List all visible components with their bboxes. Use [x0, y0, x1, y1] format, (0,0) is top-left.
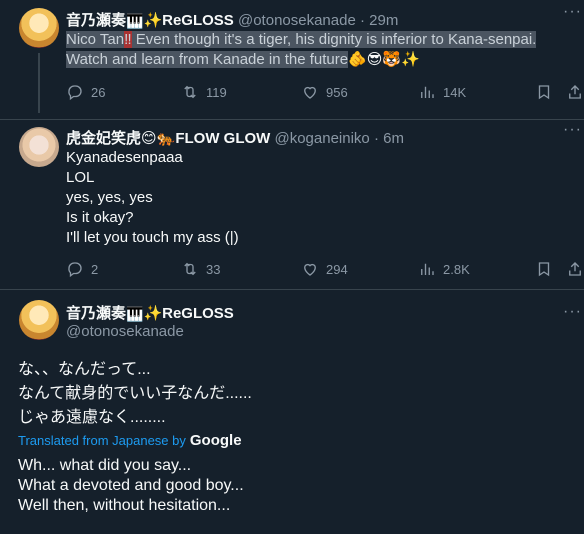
- text-line: Well then, without hesitation...: [18, 497, 231, 514]
- views-icon: [421, 86, 434, 98]
- bookmark-button[interactable]: [535, 260, 553, 278]
- separator-dot: ·: [359, 12, 365, 29]
- tweet-text: Nico Tan‼ Even though it's a tiger, his …: [66, 30, 576, 70]
- text-line: LOL: [66, 169, 95, 186]
- tweet-text-translated: Wh... what did you say... What a devoted…: [18, 456, 244, 516]
- translation-attribution[interactable]: Translated from Japanese by Google: [18, 432, 242, 449]
- google-logo: Google: [189, 432, 242, 449]
- display-name[interactable]: 音乃瀬奏: [66, 12, 126, 29]
- translated-label: Translated from Japanese by: [18, 433, 186, 448]
- text-line: yes, yes, yes: [66, 189, 153, 206]
- reply-button[interactable]: 26: [66, 83, 105, 101]
- views-count: 2.8K: [443, 261, 470, 277]
- text-line: じゃあ遠慮なく........: [18, 409, 166, 426]
- text-line: What a devoted and good boy...: [18, 477, 244, 494]
- user-handle[interactable]: @otonosekanade: [238, 12, 356, 29]
- like-count: 956: [326, 84, 348, 100]
- bookmark-button[interactable]: [535, 83, 553, 101]
- bookmark-icon: [538, 262, 550, 277]
- more-icon[interactable]: ···: [563, 121, 582, 139]
- reply-icon: [68, 262, 82, 278]
- tweet-text-original: な、、なんだって... なんて献身的でいい子なんだ...... じゃあ遠慮なく.…: [18, 358, 252, 430]
- retweet-icon: [184, 262, 196, 276]
- share-button[interactable]: [566, 260, 584, 278]
- text-line: Kyanadesenpaaa: [66, 149, 183, 166]
- avatar[interactable]: [19, 8, 59, 48]
- more-icon[interactable]: ···: [563, 3, 582, 21]
- like-button[interactable]: 956: [301, 83, 348, 101]
- retweet-button[interactable]: 33: [181, 260, 220, 278]
- share-icon: [569, 85, 581, 99]
- timestamp[interactable]: 29m: [369, 12, 398, 29]
- user-handle[interactable]: @koganeiniko: [274, 130, 369, 147]
- bookmark-icon: [538, 85, 550, 100]
- more-icon[interactable]: ···: [563, 303, 582, 321]
- like-button[interactable]: 294: [301, 260, 348, 278]
- display-name-suffix[interactable]: ✨ReGLOSS: [143, 305, 233, 322]
- display-name[interactable]: 音乃瀬奏: [66, 305, 126, 322]
- timestamp[interactable]: 6m: [383, 130, 404, 147]
- avatar[interactable]: [19, 127, 59, 167]
- retweet-button[interactable]: 119: [181, 83, 227, 101]
- text-line: な、、なんだって...: [18, 361, 151, 378]
- tweet-1[interactable]: 音乃瀬奏🎹✨ReGLOSS @otonosekanade · 29m Nico …: [0, 0, 584, 120]
- share-button[interactable]: [566, 83, 584, 101]
- display-name-suffix[interactable]: 😊🐅FLOW GLOW: [141, 130, 270, 147]
- tweet-header: 虎金妃笑虎😊🐅FLOW GLOW @koganeiniko · 6m: [66, 127, 404, 148]
- reply-count: 26: [91, 84, 106, 100]
- views-button[interactable]: 14K: [418, 83, 466, 101]
- avatar[interactable]: [19, 300, 59, 340]
- retweet-count: 119: [206, 84, 227, 100]
- text-selected: Nico Tan: [66, 31, 125, 48]
- text-selected: Even though it's a tiger, his dignity is…: [131, 31, 537, 48]
- action-bar: 2 33 294 2.8K: [0, 259, 584, 279]
- tweet-text: Kyanadesenpaaa LOL yes, yes, yes Is it o…: [66, 148, 239, 248]
- reply-count: 2: [91, 261, 99, 277]
- tweet-3-focused[interactable]: 音乃瀬奏🎹✨ReGLOSS @otonosekanade ··· な、、なんだっ…: [0, 290, 584, 534]
- action-bar: 26 119 956 14K: [0, 82, 584, 102]
- text-line: なんて献身的でいい子なんだ......: [18, 385, 252, 402]
- tweet-header: 音乃瀬奏🎹✨ReGLOSS @otonosekanade · 29m: [66, 9, 398, 30]
- like-icon: [304, 263, 316, 276]
- text-line: Wh... what did you say...: [18, 457, 192, 474]
- tweet-2[interactable]: 虎金妃笑虎😊🐅FLOW GLOW @koganeiniko · 6m Kyana…: [0, 120, 584, 290]
- views-count: 14K: [443, 84, 467, 100]
- piano-icon: 🎹: [126, 306, 144, 322]
- piano-icon: 🎹: [126, 13, 144, 29]
- text-selected: Watch and learn from Kanade in the futur…: [66, 51, 349, 68]
- emoji-tail: 🫵😎🐯✨: [348, 51, 420, 68]
- user-handle-line: @otonosekanade: [66, 323, 184, 340]
- reply-icon: [68, 85, 82, 101]
- reply-button[interactable]: 2: [66, 260, 98, 278]
- separator-dot: ·: [373, 130, 379, 147]
- tweet-header: 音乃瀬奏🎹✨ReGLOSS: [66, 302, 234, 323]
- text-line: I'll let you touch my ass (|): [66, 229, 239, 246]
- display-name[interactable]: 虎金妃笑虎: [66, 130, 141, 147]
- views-button[interactable]: 2.8K: [418, 260, 470, 278]
- like-icon: [304, 86, 316, 99]
- retweet-icon: [184, 85, 196, 99]
- double-exclamation: ‼: [124, 31, 132, 48]
- share-icon: [569, 262, 581, 276]
- text-line: Is it okay?: [66, 209, 134, 226]
- retweet-count: 33: [206, 261, 221, 277]
- views-icon: [421, 263, 434, 275]
- user-handle[interactable]: @otonosekanade: [66, 323, 184, 340]
- display-name-suffix[interactable]: ✨ReGLOSS: [143, 12, 233, 29]
- like-count: 294: [326, 261, 348, 277]
